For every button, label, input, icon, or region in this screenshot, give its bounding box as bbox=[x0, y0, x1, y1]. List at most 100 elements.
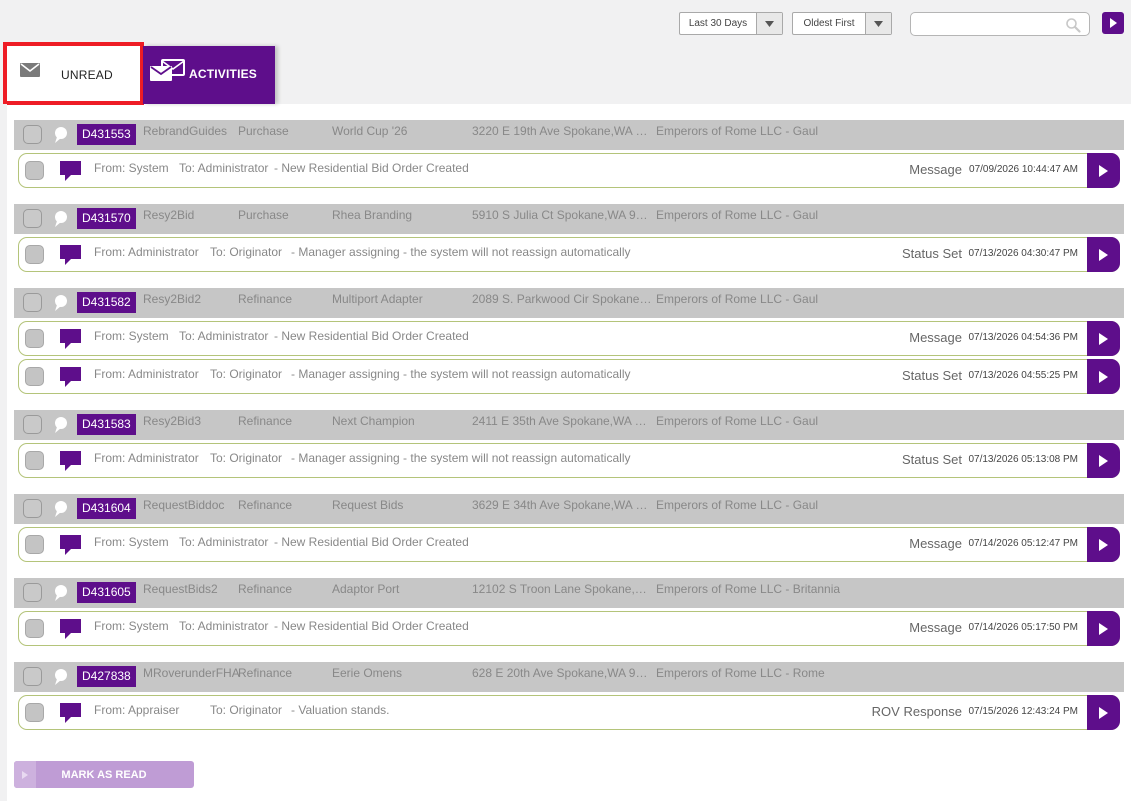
message-row[interactable]: From: System To: Administrator - New Resid… bbox=[18, 321, 1120, 356]
search-go-button[interactable] bbox=[1102, 12, 1124, 34]
speech-bubble-icon[interactable] bbox=[52, 584, 68, 602]
open-message-button[interactable] bbox=[1087, 695, 1120, 730]
message-to: To: Administrator bbox=[179, 329, 269, 343]
order-name: Resy2Bid3 bbox=[143, 414, 202, 428]
order-type: Purchase bbox=[238, 124, 289, 138]
order-row: D431570 Resy2Bid Purchase Rhea Branding 5910… bbox=[14, 204, 1124, 234]
search-input[interactable] bbox=[911, 13, 1061, 35]
tab-activities[interactable]: ACTIVITIES bbox=[143, 46, 275, 104]
message-to: To: Administrator bbox=[179, 619, 269, 633]
order-id-link[interactable]: D431583 bbox=[77, 414, 136, 435]
open-message-button[interactable] bbox=[1087, 153, 1120, 188]
message-type: Status Set bbox=[902, 368, 962, 383]
order-id-link[interactable]: D431605 bbox=[77, 582, 136, 603]
play-icon bbox=[14, 761, 36, 788]
open-message-button[interactable] bbox=[1087, 321, 1120, 356]
play-icon bbox=[1099, 622, 1108, 635]
sort-order-dropdown[interactable]: Oldest First bbox=[792, 12, 892, 35]
message-text: - New Residential Bid Order Created bbox=[274, 329, 469, 343]
order-id-link[interactable]: D431570 bbox=[77, 208, 136, 229]
play-icon bbox=[1099, 370, 1108, 383]
message-text: - New Residential Bid Order Created bbox=[274, 535, 469, 549]
open-message-button[interactable] bbox=[1087, 359, 1120, 394]
order-client: Emperors of Rome LLC - Britannia bbox=[656, 582, 841, 596]
order-checkbox[interactable] bbox=[23, 293, 42, 312]
message-checkbox[interactable] bbox=[25, 329, 44, 348]
message-checkbox[interactable] bbox=[25, 535, 44, 554]
order-id-link[interactable]: D431604 bbox=[77, 498, 136, 519]
speech-bubble-icon[interactable] bbox=[52, 210, 68, 228]
mark-as-read-label: MARK AS READ bbox=[61, 768, 147, 781]
speech-bubble-icon[interactable] bbox=[52, 500, 68, 518]
message-type: Status Set bbox=[902, 452, 962, 467]
message-checkbox[interactable] bbox=[25, 245, 44, 264]
message-checkbox[interactable] bbox=[25, 451, 44, 470]
message-icon bbox=[60, 618, 82, 640]
order-id-link[interactable]: D427838 bbox=[77, 666, 136, 687]
speech-bubble-icon[interactable] bbox=[52, 416, 68, 434]
order-checkbox[interactable] bbox=[23, 499, 42, 518]
open-message-button[interactable] bbox=[1087, 237, 1120, 272]
order-checkbox[interactable] bbox=[23, 209, 42, 228]
order-client: Emperors of Rome LLC - Gaul bbox=[656, 208, 819, 222]
search-icon[interactable] bbox=[1065, 17, 1081, 33]
message-row[interactable]: From: System To: Administrator - New Resid… bbox=[18, 611, 1120, 646]
order-name: RequestBids2 bbox=[143, 582, 218, 596]
order-address: 628 E 20th Ave Spokane,WA 99203 bbox=[472, 666, 652, 680]
order-group: D431570 Resy2Bid Purchase Rhea Branding 5910… bbox=[14, 204, 1124, 272]
message-date: 07/14/2026 05:17:50 PM bbox=[968, 622, 1078, 633]
open-message-button[interactable] bbox=[1087, 443, 1120, 478]
order-row: D431582 Resy2Bid2 Refinance Multiport Adapt… bbox=[14, 288, 1124, 318]
message-checkbox[interactable] bbox=[25, 161, 44, 180]
message-type: Message bbox=[909, 330, 962, 345]
message-checkbox[interactable] bbox=[25, 619, 44, 638]
play-icon bbox=[1110, 18, 1117, 28]
play-icon bbox=[1099, 164, 1108, 177]
message-row[interactable]: From: Administrator To: Originator - Manag… bbox=[18, 359, 1120, 394]
order-name: MRoverunderFHA bbox=[143, 666, 240, 680]
message-row[interactable]: From: Appraiser To: Originator - Valuation… bbox=[18, 695, 1120, 730]
order-checkbox[interactable] bbox=[23, 667, 42, 686]
order-property: Eerie Omens bbox=[332, 666, 403, 680]
message-row[interactable]: From: System To: Administrator - New Resid… bbox=[18, 527, 1120, 562]
order-client: Emperors of Rome LLC - Rome bbox=[656, 666, 825, 680]
order-checkbox[interactable] bbox=[23, 415, 42, 434]
message-row[interactable]: From: Administrator To: Originator - Manag… bbox=[18, 443, 1120, 478]
speech-bubble-icon[interactable] bbox=[52, 126, 68, 144]
message-checkbox[interactable] bbox=[25, 703, 44, 722]
order-name: Resy2Bid bbox=[143, 208, 195, 222]
order-group: D431583 Resy2Bid3 Refinance Next Champion 24… bbox=[14, 410, 1124, 478]
open-message-button[interactable] bbox=[1087, 527, 1120, 562]
message-date: 07/13/2026 04:54:36 PM bbox=[968, 332, 1078, 343]
play-icon bbox=[1099, 538, 1108, 551]
message-to: To: Originator bbox=[210, 245, 283, 259]
message-row[interactable]: From: Administrator To: Originator - Manag… bbox=[18, 237, 1120, 272]
play-icon bbox=[1099, 332, 1108, 345]
mark-as-read-button[interactable]: MARK AS READ bbox=[14, 761, 194, 788]
date-range-dropdown[interactable]: Last 30 Days bbox=[679, 12, 783, 35]
order-name: RebrandGuides bbox=[143, 124, 228, 138]
speech-bubble-icon[interactable] bbox=[52, 294, 68, 312]
message-type: Message bbox=[909, 620, 962, 635]
order-id-link[interactable]: D431553 bbox=[77, 124, 136, 145]
order-group: D431605 RequestBids2 Refinance Adaptor Port… bbox=[14, 578, 1124, 646]
message-checkbox[interactable] bbox=[25, 367, 44, 386]
order-address: 3629 E 34th Ave Spokane,WA 99223 bbox=[472, 498, 652, 512]
message-row[interactable]: From: System To: Administrator - New Resid… bbox=[18, 153, 1120, 188]
message-to: To: Originator bbox=[210, 703, 283, 717]
message-icon bbox=[60, 328, 82, 350]
order-property: Rhea Branding bbox=[332, 208, 413, 222]
order-id-link[interactable]: D431582 bbox=[77, 292, 136, 313]
open-message-button[interactable] bbox=[1087, 611, 1120, 646]
tab-unread-label: UNREAD bbox=[61, 68, 113, 82]
chevron-down-icon[interactable] bbox=[756, 13, 782, 34]
tab-unread[interactable]: UNREAD bbox=[3, 42, 144, 105]
order-checkbox[interactable] bbox=[23, 583, 42, 602]
chevron-down-icon[interactable] bbox=[865, 13, 891, 34]
order-row: D431553 RebrandGuides Purchase World Cup '2… bbox=[14, 120, 1124, 150]
speech-bubble-icon[interactable] bbox=[52, 668, 68, 686]
order-checkbox[interactable] bbox=[23, 125, 42, 144]
order-type: Purchase bbox=[238, 208, 289, 222]
message-text: - New Residential Bid Order Created bbox=[274, 619, 469, 633]
message-to: To: Originator bbox=[210, 451, 283, 465]
